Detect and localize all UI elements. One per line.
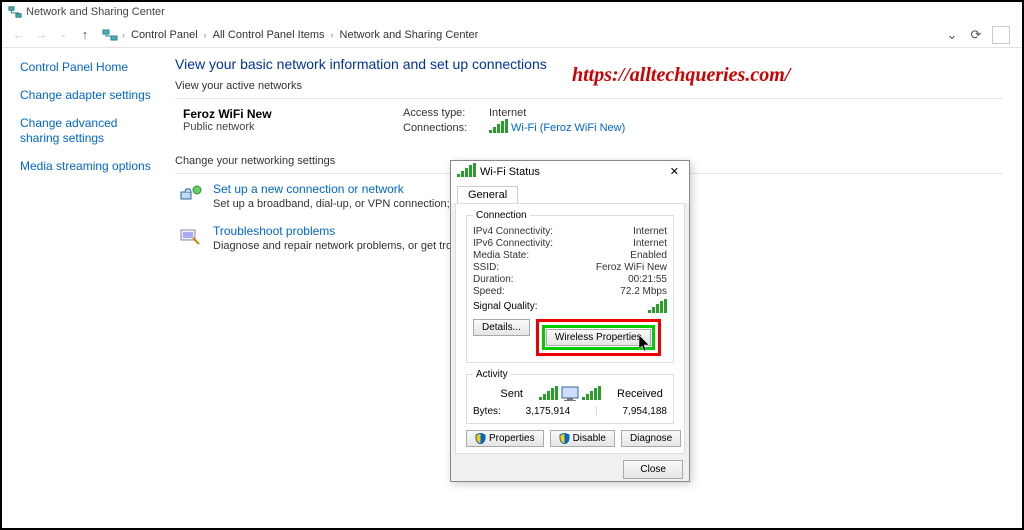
dropdown-icon[interactable]: ⌄ bbox=[944, 27, 960, 43]
access-type-label: Access type: bbox=[403, 107, 475, 119]
connection-legend: Connection bbox=[473, 210, 530, 221]
signal-bars-icon bbox=[648, 299, 667, 313]
activity-graphic bbox=[539, 386, 601, 402]
connection-group: Connection IPv4 Connectivity: Internet IP… bbox=[466, 210, 674, 363]
speed-value: 72.2 Mbps bbox=[620, 286, 667, 297]
dialog-title: Wi-Fi Status bbox=[480, 166, 540, 178]
sidebar-link-adapter[interactable]: Change adapter settings bbox=[20, 88, 157, 104]
monitor-icon bbox=[560, 386, 580, 402]
network-sharing-icon bbox=[102, 27, 118, 43]
dialog-titlebar: Wi-Fi Status ✕ bbox=[451, 161, 689, 182]
network-icon bbox=[8, 5, 22, 19]
shield-icon bbox=[559, 433, 570, 444]
sidebar: Control Panel Home Change adapter settin… bbox=[2, 48, 167, 528]
sidebar-home[interactable]: Control Panel Home bbox=[20, 60, 157, 74]
recent-dropdown[interactable]: ⌄ bbox=[54, 26, 72, 44]
duration-value: 00:21:55 bbox=[628, 274, 667, 285]
tab-general[interactable]: General bbox=[457, 186, 518, 203]
search-box[interactable] bbox=[992, 26, 1010, 44]
disable-button[interactable]: Disable bbox=[550, 430, 615, 447]
wifi-status-dialog: Wi-Fi Status ✕ General Connection IPv4 C… bbox=[450, 160, 690, 482]
ssid-value: Feroz WiFi New bbox=[596, 262, 667, 273]
activity-group: Activity Sent Received Bytes: 3,175,914 … bbox=[466, 369, 674, 424]
watermark-url: https://alltechqueries.com/ bbox=[572, 64, 790, 87]
shield-icon bbox=[475, 433, 486, 444]
breadcrumb-item: Network and Sharing Center bbox=[338, 27, 481, 43]
activity-legend: Activity bbox=[473, 369, 511, 380]
connections-label: Connections: bbox=[403, 122, 475, 134]
back-button[interactable]: ← bbox=[10, 26, 28, 44]
troubleshoot-icon bbox=[179, 226, 203, 246]
media-label: Media State: bbox=[473, 250, 529, 261]
forward-button[interactable]: → bbox=[32, 26, 50, 44]
refresh-icon[interactable]: ⟳ bbox=[968, 27, 984, 43]
details-button[interactable]: Details... bbox=[473, 319, 530, 336]
ipv4-value: Internet bbox=[633, 226, 667, 237]
toolbar: ← → ⌄ ↑ › Control Panel › All Control Pa… bbox=[2, 22, 1022, 48]
network-name: Feroz WiFi New bbox=[183, 107, 343, 121]
close-button[interactable]: Close bbox=[623, 460, 683, 479]
up-button[interactable]: ↑ bbox=[76, 26, 94, 44]
media-value: Enabled bbox=[630, 250, 667, 261]
setup-connection-icon bbox=[179, 184, 203, 204]
ipv6-value: Internet bbox=[633, 238, 667, 249]
address-bar[interactable]: › Control Panel › All Control Panel Item… bbox=[102, 27, 940, 43]
wireless-properties-button[interactable]: Wireless Properties bbox=[546, 329, 651, 346]
properties-label: Properties bbox=[489, 433, 535, 444]
signal-bars-icon bbox=[457, 166, 476, 177]
highlight-red-box: Wireless Properties bbox=[536, 319, 661, 356]
received-label: Received bbox=[617, 388, 667, 400]
breadcrumb-item[interactable]: Control Panel bbox=[129, 27, 200, 43]
close-button[interactable]: ✕ bbox=[666, 165, 683, 178]
signal-label: Signal Quality: bbox=[473, 301, 537, 312]
chevron-icon: › bbox=[120, 30, 127, 40]
ssid-label: SSID: bbox=[473, 262, 499, 273]
ipv4-label: IPv4 Connectivity: bbox=[473, 226, 553, 237]
wifi-connection-link[interactable]: Wi-Fi (Feroz WiFi New) bbox=[489, 122, 625, 134]
sidebar-link-media[interactable]: Media streaming options bbox=[20, 159, 157, 175]
speed-label: Speed: bbox=[473, 286, 505, 297]
diagnose-button[interactable]: Diagnose bbox=[621, 430, 681, 447]
bytes-received: 7,954,188 bbox=[622, 406, 667, 417]
signal-bars-icon bbox=[489, 123, 508, 133]
breadcrumb-item[interactable]: All Control Panel Items bbox=[211, 27, 327, 43]
sent-label: Sent bbox=[473, 388, 523, 400]
network-type: Public network bbox=[183, 121, 343, 133]
wifi-connection-text: Wi-Fi (Feroz WiFi New) bbox=[511, 122, 625, 134]
properties-button[interactable]: Properties bbox=[466, 430, 544, 447]
access-type-value: Internet bbox=[489, 107, 526, 119]
duration-label: Duration: bbox=[473, 274, 514, 285]
window-titlebar: Network and Sharing Center bbox=[2, 2, 1022, 22]
highlight-green-box: Wireless Properties bbox=[542, 325, 655, 350]
bytes-sent: 3,175,914 bbox=[526, 406, 571, 417]
disable-label: Disable bbox=[573, 433, 606, 444]
chevron-icon: › bbox=[202, 30, 209, 40]
ipv6-label: IPv6 Connectivity: bbox=[473, 238, 553, 249]
chevron-icon: › bbox=[329, 30, 336, 40]
window-title: Network and Sharing Center bbox=[26, 6, 165, 18]
bytes-label: Bytes: bbox=[473, 406, 501, 417]
sidebar-link-sharing[interactable]: Change advanced sharing settings bbox=[20, 116, 157, 147]
